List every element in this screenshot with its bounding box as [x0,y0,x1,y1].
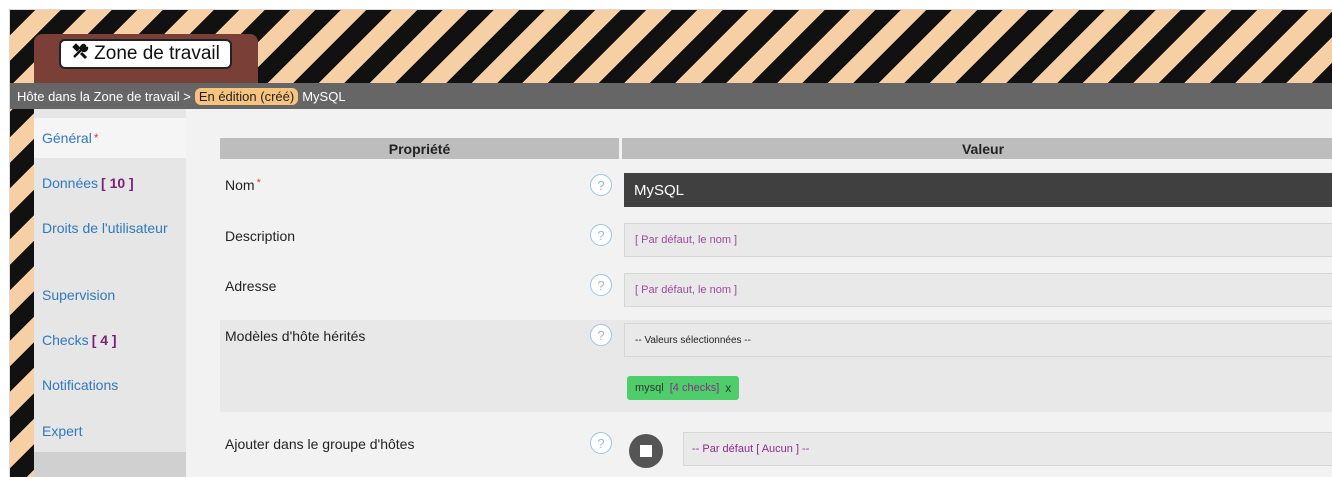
sidebar-item-droits[interactable]: Droits de l'utilisateur [34,218,186,238]
help-icon[interactable]: ? [590,174,612,196]
workspace-frame: Zone de travail Hôte dans la Zone de tra… [9,9,1332,477]
breadcrumb-host: MySQL [302,88,346,104]
template-chip-mysql[interactable]: mysql [4 checks] x [627,376,740,400]
sidebar-item-label: Général [42,130,92,146]
description-label: Description [225,228,296,244]
nom-label-text: Nom [225,177,255,193]
zone-de-travail-label: Zone de travail [94,43,220,64]
host-editor-panel: Général * Données[ 10 ] Droits de l'utili… [34,109,1332,477]
sidebar-item-label: Supervision [42,287,116,303]
modeles-label: Modèles d'hôte hérités [225,328,366,344]
sidebar-item-label: Données [42,175,99,191]
modeles-select[interactable]: -- Valeurs sélectionnées -- [624,323,1332,357]
header-value: Valeur [622,138,1332,159]
sidebar: Général * Données[ 10 ] Droits de l'utili… [34,109,186,477]
adresse-label: Adresse [225,278,277,294]
nom-label: Nom * [225,177,261,193]
required-mark: * [256,177,261,189]
help-icon[interactable]: ? [590,224,612,246]
sidebar-item-checks[interactable]: Checks[ 4 ] [34,330,186,350]
sidebar-item-notifications[interactable]: Notifications [34,375,186,395]
status-badge: En édition (créé) [194,87,299,105]
property-table: Propriété Valeur Nom * ? MySQL Descriptio… [186,109,1332,477]
breadcrumb: Hôte dans la Zone de travail > En éditio… [10,83,1332,109]
sidebar-item-supervision[interactable]: Supervision [34,285,186,305]
sidebar-item-label: Notifications [42,377,119,393]
description-input[interactable]: [ Par défaut, le nom ] [624,223,1332,257]
chip-count: [4 checks] [669,382,720,394]
zone-de-travail-button[interactable]: Zone de travail [59,39,232,69]
sidebar-item-label: Droits de l'utilisateur [42,220,168,236]
count-badge: [ 10 ] [101,175,134,191]
groupe-select[interactable]: -- Par défaut [ Aucun ] -- [683,432,1332,466]
stop-icon [640,445,652,457]
sidebar-item-label: Expert [42,423,83,439]
sidebar-item-label: Checks [42,332,89,348]
adresse-input[interactable]: [ Par défaut, le nom ] [624,273,1332,307]
help-icon[interactable]: ? [590,432,612,454]
sidebar-item-donnees[interactable]: Données[ 10 ] [34,173,186,193]
header-property: Propriété [220,138,619,159]
required-mark: * [93,131,99,145]
sidebar-item-general[interactable]: Général * [34,118,186,158]
sidebar-item-expert[interactable]: Expert [34,421,186,441]
sidebar-footer [34,452,186,477]
breadcrumb-prefix: Hôte dans la Zone de travail > [17,88,191,104]
group-toggle-button[interactable] [629,434,663,468]
groupe-label: Ajouter dans le groupe d'hôtes [225,436,415,452]
count-badge: [ 4 ] [91,332,117,348]
help-icon[interactable]: ? [590,274,612,296]
nom-input[interactable]: MySQL [624,173,1332,207]
help-icon[interactable]: ? [590,324,612,346]
chip-remove-button[interactable]: x [725,381,731,395]
chip-name: mysql [635,382,664,394]
tools-icon [71,41,91,67]
